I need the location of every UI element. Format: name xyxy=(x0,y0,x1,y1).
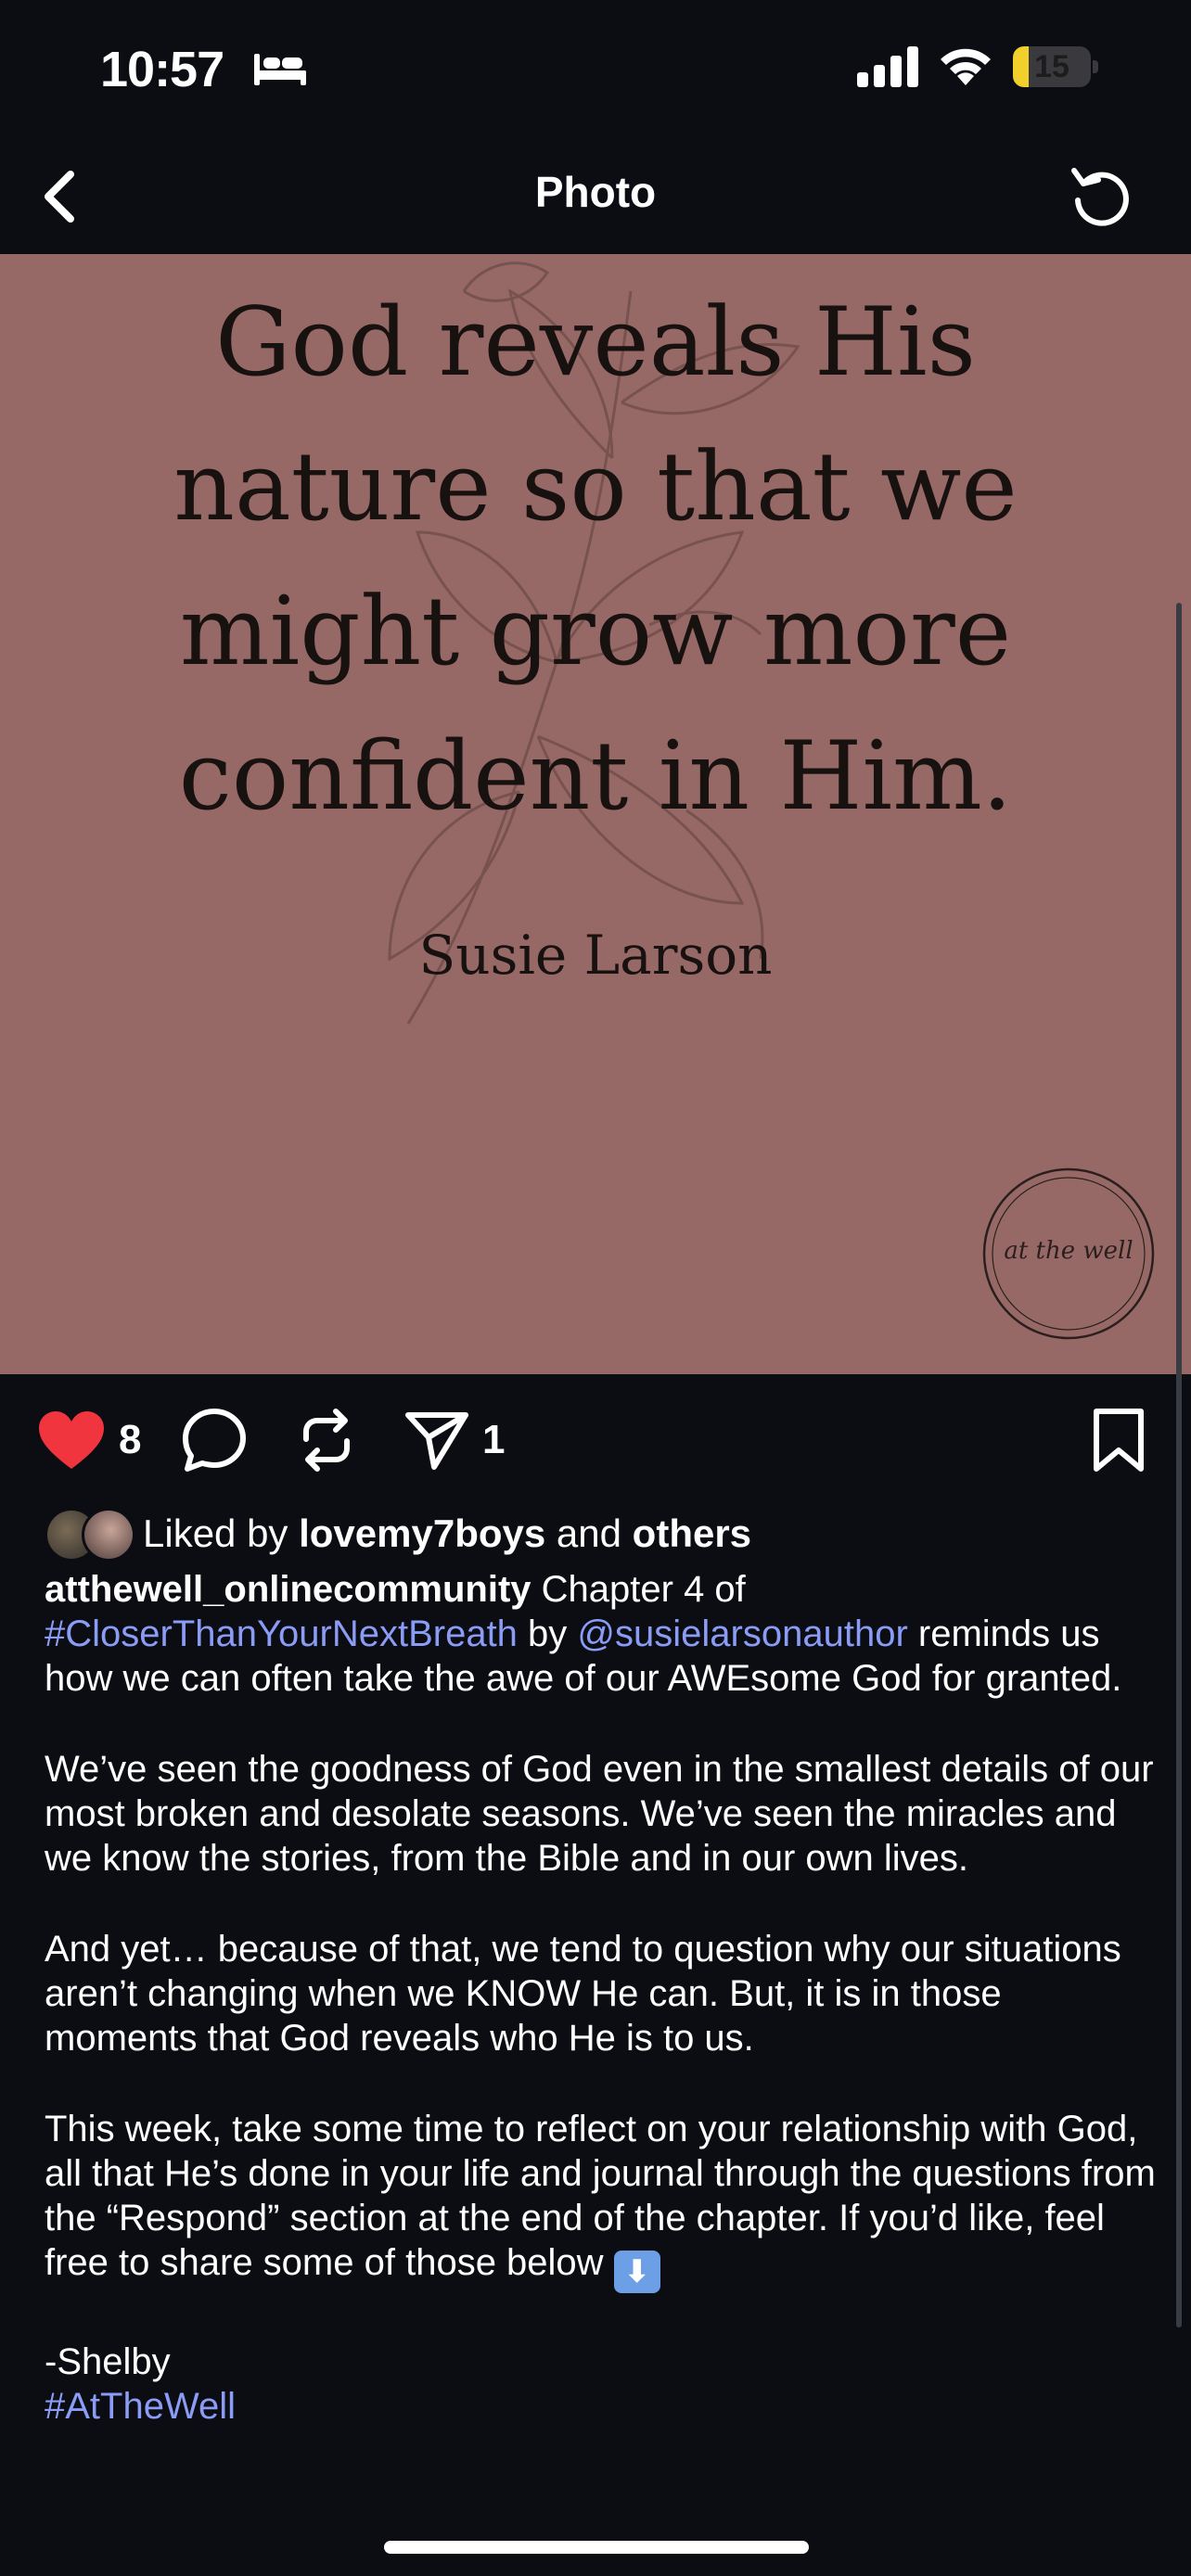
down-arrow-emoji-icon: ⬇ xyxy=(613,2251,660,2293)
battery-indicator: 15 xyxy=(1013,46,1098,87)
liked-by-others[interactable]: others xyxy=(633,1511,751,1555)
home-indicator[interactable] xyxy=(384,2541,809,2554)
page-title: Photo xyxy=(534,168,657,216)
battery-level: 15 xyxy=(1034,49,1069,84)
share-count: 1 xyxy=(482,1417,506,1462)
post-caption: atthewell_onlinecommunity Chapter 4 of #… xyxy=(45,1567,1158,2429)
wifi-icon xyxy=(941,48,991,85)
liked-by-and: and xyxy=(556,1511,621,1555)
caption-paragraph: atthewell_onlinecommunity Chapter 4 of #… xyxy=(45,1567,1158,1701)
caption-paragraph: And yet… because of that, we tend to que… xyxy=(45,1929,1121,2059)
liked-by-user[interactable]: lovemy7boys xyxy=(299,1511,545,1555)
quote-line: confident in Him. xyxy=(178,721,1013,832)
caption-intro: Chapter 4 of xyxy=(541,1569,746,1610)
status-bar: 10:57 15 xyxy=(0,0,1191,139)
liked-by-text: Liked by lovemy7boys and others xyxy=(143,1511,751,1556)
signature: -Shelby xyxy=(45,2341,171,2382)
nav-bar: Photo xyxy=(0,139,1191,254)
action-bar: 8 1 xyxy=(0,1374,1191,1504)
hashtag-link[interactable]: #AtTheWell xyxy=(45,2386,236,2427)
liked-by-prefix: Liked by xyxy=(143,1511,288,1555)
watermark-text: at the well xyxy=(1004,1237,1133,1265)
post-username[interactable]: atthewell_onlinecommunity xyxy=(45,1569,531,1610)
status-time: 10:57 xyxy=(100,42,224,97)
cellular-signal-icon xyxy=(857,46,918,87)
avatar[interactable] xyxy=(82,1508,135,1562)
comment-icon[interactable] xyxy=(182,1408,247,1473)
caption-paragraph: -Shelby #AtTheWell xyxy=(45,2340,1158,2429)
mention-link[interactable]: @susielarsonauthor xyxy=(577,1613,907,1654)
quote-text: God reveals His nature so that we might … xyxy=(130,271,1061,849)
hashtag-link[interactable]: #CloserThanYourNextBreath xyxy=(45,1613,518,1654)
scrollbar[interactable] xyxy=(1176,603,1182,2327)
quote-author: Susie Larson xyxy=(418,924,773,987)
post-photo[interactable]: God reveals His nature so that we might … xyxy=(0,254,1191,1374)
bookmark-icon[interactable] xyxy=(1091,1408,1146,1473)
quote-line: God reveals His xyxy=(215,287,976,398)
heart-icon[interactable] xyxy=(37,1409,106,1471)
quote-line: nature so that we xyxy=(173,432,1018,542)
bed-icon xyxy=(254,54,306,85)
caption-paragraph: This week, take some time to reflect on … xyxy=(45,2107,1158,2293)
quote-line: might grow more xyxy=(179,577,1012,687)
repost-icon[interactable] xyxy=(295,1408,358,1473)
caption-by: by xyxy=(528,1613,568,1654)
like-count: 8 xyxy=(119,1417,142,1462)
caption-paragraph: We’ve seen the goodness of God even in t… xyxy=(45,1749,1154,1879)
share-icon[interactable] xyxy=(404,1409,469,1471)
refresh-button[interactable] xyxy=(1063,158,1141,236)
caption-text: This week, take some time to reflect on … xyxy=(45,2109,1156,2283)
